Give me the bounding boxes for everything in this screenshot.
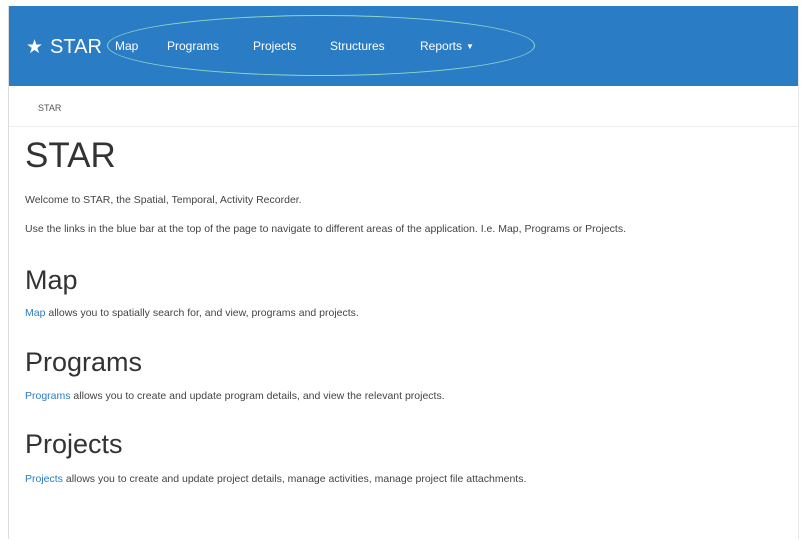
programs-description: allows you to create and update program … bbox=[70, 390, 445, 402]
nav-item-programs[interactable]: Programs bbox=[167, 37, 219, 55]
nav-item-map[interactable]: Map bbox=[115, 37, 138, 55]
app-window: ★ STAR Map Programs Projects Structures … bbox=[8, 6, 799, 539]
section-text-projects: Projects allows you to create and update… bbox=[25, 472, 526, 486]
intro-text: Welcome to STAR, the Spatial, Temporal, … bbox=[25, 194, 302, 206]
section-text-map: Map allows you to spatially search for, … bbox=[25, 306, 359, 320]
page-title: STAR bbox=[25, 136, 116, 175]
brand-label: STAR bbox=[50, 35, 102, 58]
section-heading-map: Map bbox=[25, 265, 78, 295]
map-description: allows you to spatially search for, and … bbox=[45, 307, 359, 319]
programs-link[interactable]: Programs bbox=[25, 390, 71, 402]
star-icon: ★ bbox=[26, 36, 44, 58]
breadcrumb-current: STAR bbox=[38, 103, 62, 113]
top-navbar: ★ STAR Map Programs Projects Structures … bbox=[9, 6, 798, 86]
section-text-programs: Programs allows you to create and update… bbox=[25, 389, 445, 403]
projects-description: allows you to create and update project … bbox=[62, 473, 527, 485]
nav-item-structures[interactable]: Structures bbox=[330, 37, 385, 55]
caret-down-icon: ▼ bbox=[466, 41, 474, 51]
projects-link[interactable]: Projects bbox=[25, 473, 63, 485]
nav-item-projects[interactable]: Projects bbox=[253, 37, 296, 55]
brand-link[interactable]: ★ STAR bbox=[26, 33, 102, 61]
nav-item-reports-label: Reports bbox=[420, 39, 463, 53]
nav-item-reports[interactable]: Reports ▼ bbox=[420, 37, 474, 56]
map-link[interactable]: Map bbox=[25, 307, 45, 319]
section-heading-programs: Programs bbox=[25, 347, 143, 377]
instructions-text: Use the links in the blue bar at the top… bbox=[25, 223, 626, 235]
section-heading-projects: Projects bbox=[25, 429, 123, 459]
breadcrumb: STAR bbox=[9, 94, 798, 127]
